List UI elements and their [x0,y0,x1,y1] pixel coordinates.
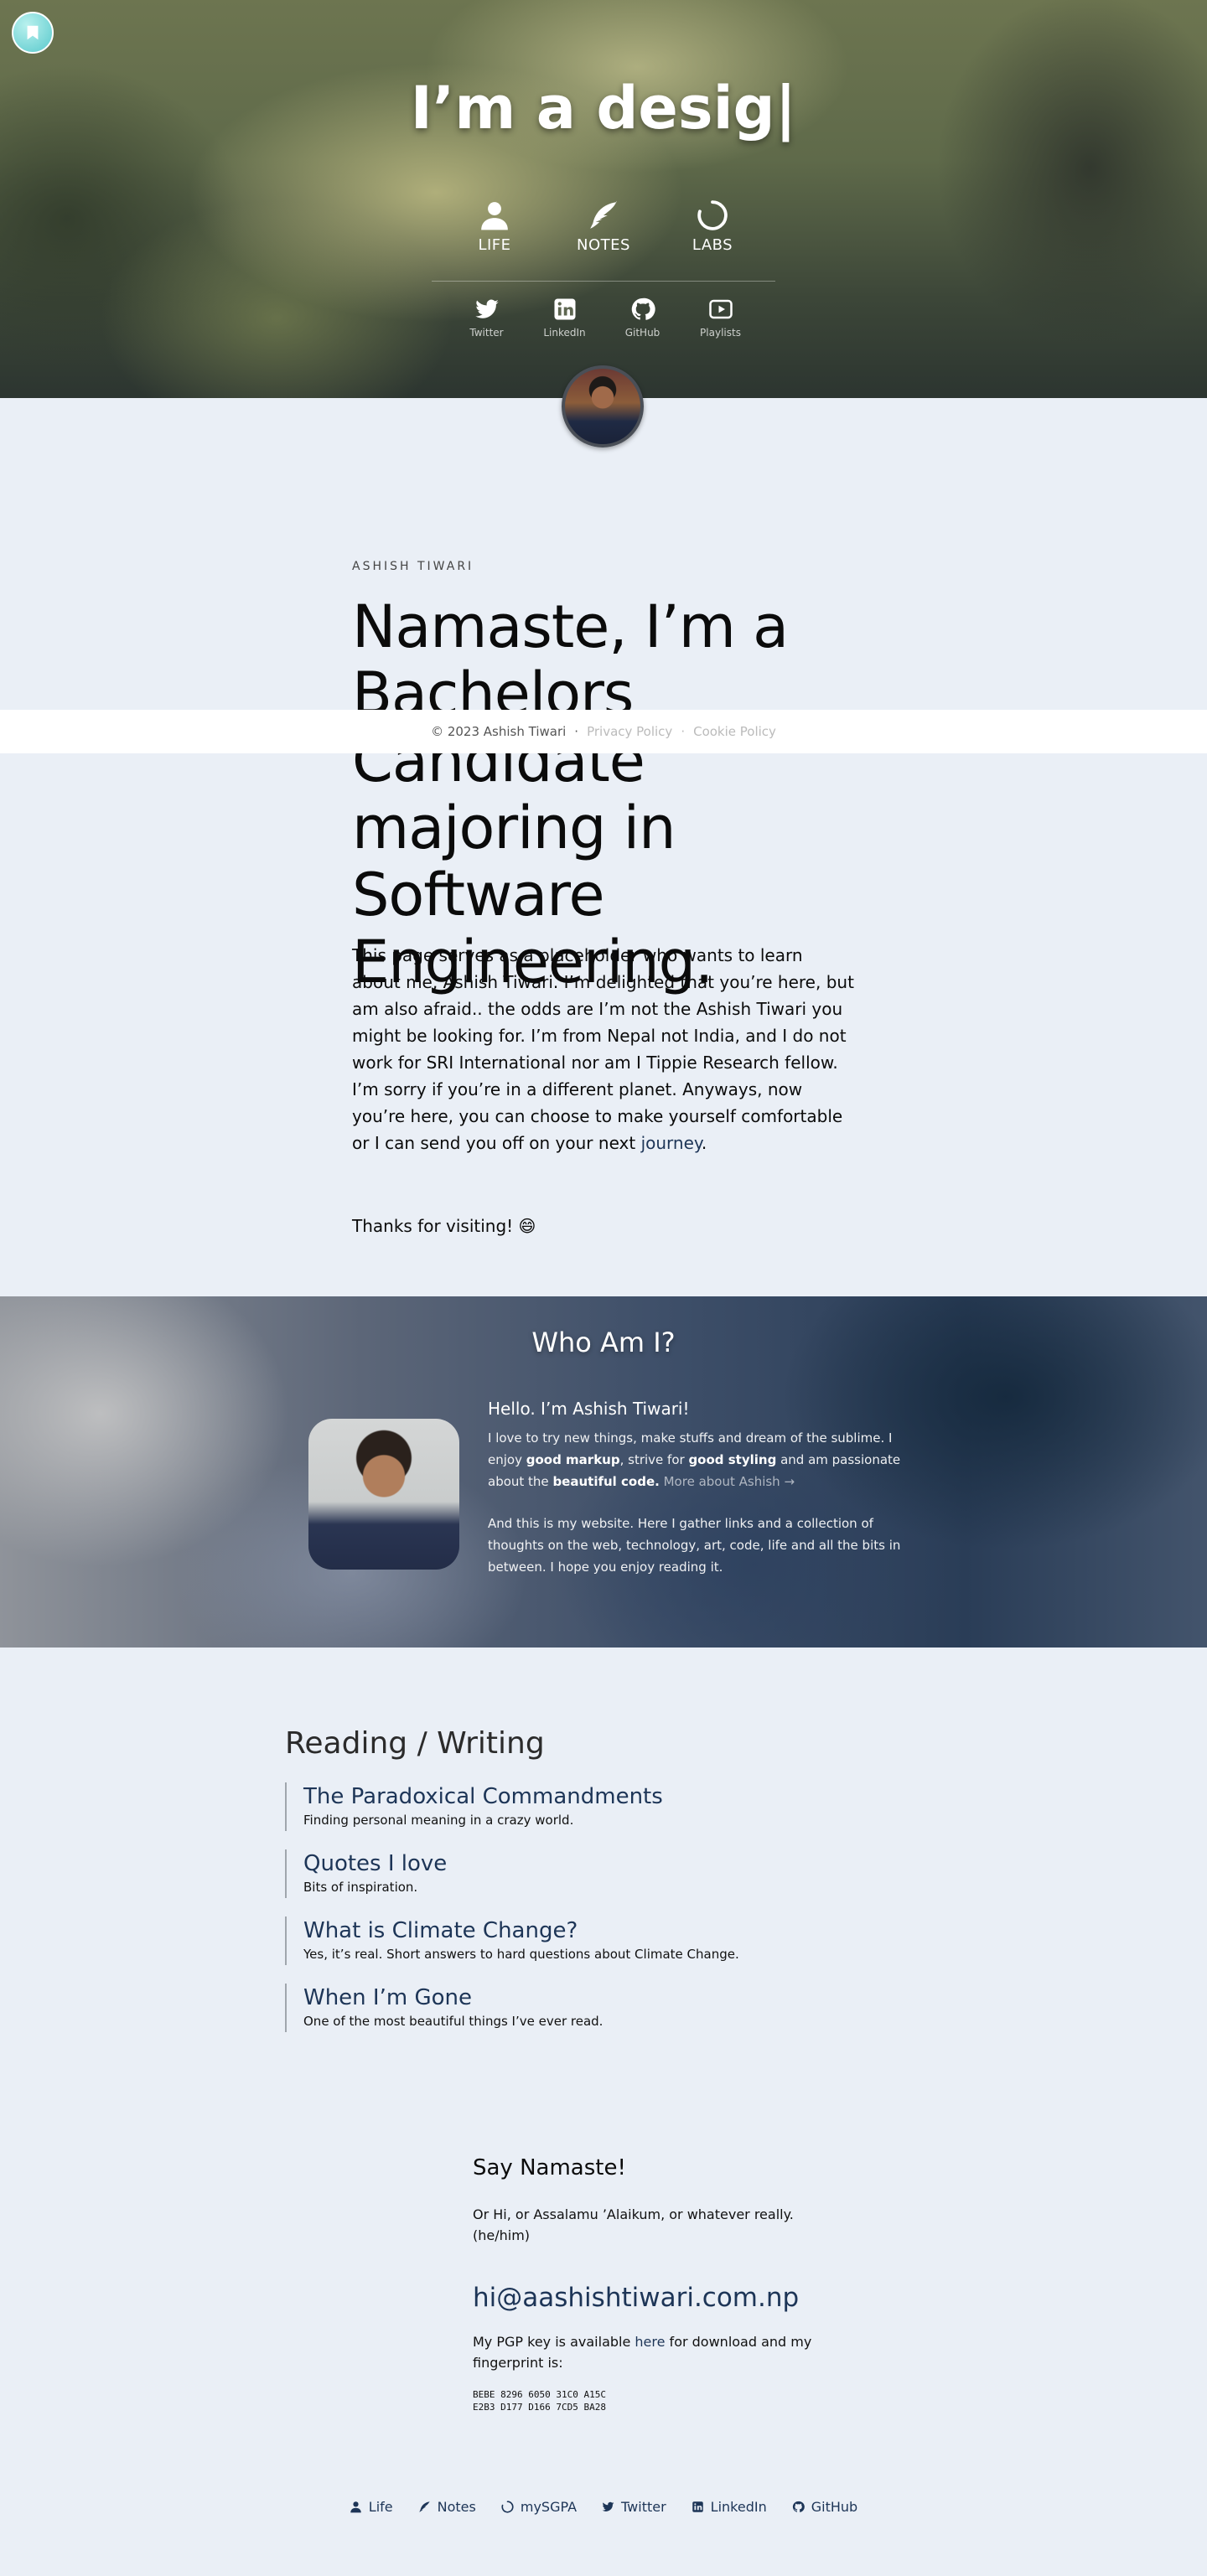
contact-section: Say Namaste! Or Hi, or Assalamu ’Alaikum… [473,2155,825,2413]
spinner-icon [501,2501,514,2513]
feather-icon [590,200,617,229]
portrait-photo [308,1419,459,1570]
typed-title: I’m a desig| [410,74,797,142]
who-text-part: , strive for [619,1452,689,1467]
github-icon [792,2501,805,2512]
reading-heading: Reading / Writing [285,1726,545,1761]
footer-link-label: Notes [437,2499,476,2515]
footer-github-link[interactable]: GitHub [792,2499,857,2515]
footer-twitter-link[interactable]: Twitter [602,2499,666,2515]
twitter-icon [474,299,499,318]
copyright-text: © 2023 Ashish Tiwari [431,724,567,739]
social-playlists-label: Playlists [700,327,741,339]
reading-section: Reading / Writing The Paradoxical Comman… [285,1726,922,2051]
footer-notes-link[interactable]: Notes [418,2499,476,2515]
social-linkedin[interactable]: LinkedIn [526,297,604,339]
who-emphasis: good markup [526,1452,620,1467]
person-icon [350,2501,361,2513]
reading-link[interactable]: What is Climate Change? [303,1916,922,1945]
footer-linkedin-link[interactable]: LinkedIn [692,2499,767,2515]
social-playlists[interactable]: Playlists [681,297,759,339]
linkedin-icon [692,2501,703,2512]
footer-link-label: LinkedIn [710,2499,767,2515]
nav-notes-label: NOTES [577,236,630,254]
footer-link-label: Life [368,2499,393,2515]
journey-link[interactable]: journey [641,1133,702,1153]
feather-icon [418,2501,430,2512]
reading-link[interactable]: When I’m Gone [303,1984,922,2012]
social-github-label: GitHub [624,327,660,339]
nav-labs[interactable]: LABS [658,199,767,254]
footer-link-label: Twitter [621,2499,666,2515]
social-nav: Twitter LinkedIn GitHub Playlists [0,297,1207,339]
social-twitter-label: Twitter [469,327,504,339]
github-icon [631,297,655,320]
pgp-download-link[interactable]: here [635,2334,665,2350]
reading-link[interactable]: Quotes I love [303,1849,922,1878]
nav-life-label: LIFE [478,236,511,254]
social-twitter[interactable]: Twitter [448,297,526,339]
nav-life[interactable]: LIFE [440,199,549,254]
pgp-text: My PGP key is available here for downloa… [473,2331,825,2373]
reading-desc: Bits of inspiration. [303,1880,418,1895]
site-logo[interactable] [12,12,54,54]
who-title: Who Am I? [531,1327,676,1358]
who-hello: Hello. I’m Ashish Tiwari! [488,1399,690,1419]
list-item: Quotes I love Bits of inspiration. [285,1849,922,1898]
hero-banner: I’m a desig| LIFE NOTES LABS Twitter Lin… [0,0,1207,398]
fingerprint-line: BEBE 8296 6050 31C0 A15C [473,2389,606,2400]
reading-desc: Finding personal meaning in a crazy worl… [303,1813,574,1828]
list-item: When I’m Gone One of the most beautiful … [285,1984,922,2032]
nav-labs-label: LABS [692,236,733,254]
bookmark-icon [27,25,39,40]
contact-greeting: Or Hi, or Assalamu ’Alaikum, or whatever… [473,2206,794,2243]
who-am-i-section: Who Am I? Hello. I’m Ashish Tiwari! I lo… [0,1296,1207,1648]
list-item: What is Climate Change? Yes, it’s real. … [285,1916,922,1965]
footer-sgpa-link[interactable]: mySGPA [501,2499,577,2515]
nav-divider [432,281,775,282]
main-nav: LIFE NOTES LABS [0,199,1207,254]
who-paragraph-1: I love to try new things, make stuffs an… [488,1427,907,1492]
separator: · [681,724,686,739]
more-about-link[interactable]: More about Ashish → [660,1474,795,1489]
twitter-icon [602,2501,614,2511]
linkedin-icon [554,298,575,320]
footer-life-link[interactable]: Life [350,2499,393,2515]
list-item: The Paradoxical Commandments Finding per… [285,1782,922,1831]
footer-link-label: GitHub [811,2499,858,2515]
cookie-bar: © 2023 Ashish Tiwari · Privacy Policy · … [0,710,1207,753]
reading-desc: Yes, it’s real. Short answers to hard qu… [303,1947,739,1962]
separator: · [574,724,579,739]
author-eyebrow: ASHISH TIWARI [352,560,474,573]
nav-notes[interactable]: NOTES [549,199,658,254]
social-github[interactable]: GitHub [604,297,681,339]
spinner-icon [697,200,728,230]
who-emphasis: beautiful code. [552,1474,660,1489]
about-section: ASHISH TIWARI Namaste, I’m a Bachelors C… [352,560,888,996]
pgp-text-part: My PGP key is available [473,2334,635,2350]
thanks-text: Thanks for visiting! 😄 [352,1216,536,1236]
who-text: Hello. I’m Ashish Tiwari! I love to try … [488,1399,907,1598]
fingerprint-line: E2B3 D177 D166 7CD5 BA28 [473,2402,606,2413]
page-headline: Namaste, I’m a Bachelors Candidate major… [352,592,789,996]
pgp-fingerprint: BEBE 8296 6050 31C0 A15C E2B3 D177 D166 7… [473,2388,825,2413]
intro-paragraph: This page serves as a placeholder who wa… [352,942,855,1156]
privacy-policy-link[interactable]: Privacy Policy [587,724,672,739]
reading-link[interactable]: The Paradoxical Commandments [303,1782,922,1811]
profile-avatar [562,365,644,447]
social-linkedin-label: LinkedIn [543,327,586,339]
reading-desc: One of the most beautiful things I’ve ev… [303,2014,604,2029]
footer-link-label: mySGPA [520,2499,578,2515]
person-icon [481,202,508,230]
contact-heading: Say Namaste! [473,2155,626,2180]
play-icon [708,299,733,319]
who-paragraph-2: And this is my website. Here I gather li… [488,1516,901,1575]
cookie-policy-link[interactable]: Cookie Policy [693,724,776,739]
footer-nav: Life Notes mySGPA Twitter LinkedIn GitHu… [0,2499,1207,2515]
intro-end: . [701,1133,707,1153]
email-link[interactable]: hi@aashishtiwari.com.np [473,2283,825,2313]
who-emphasis: good styling [688,1452,777,1467]
intro-text: This page serves as a placeholder who wa… [352,945,854,1153]
